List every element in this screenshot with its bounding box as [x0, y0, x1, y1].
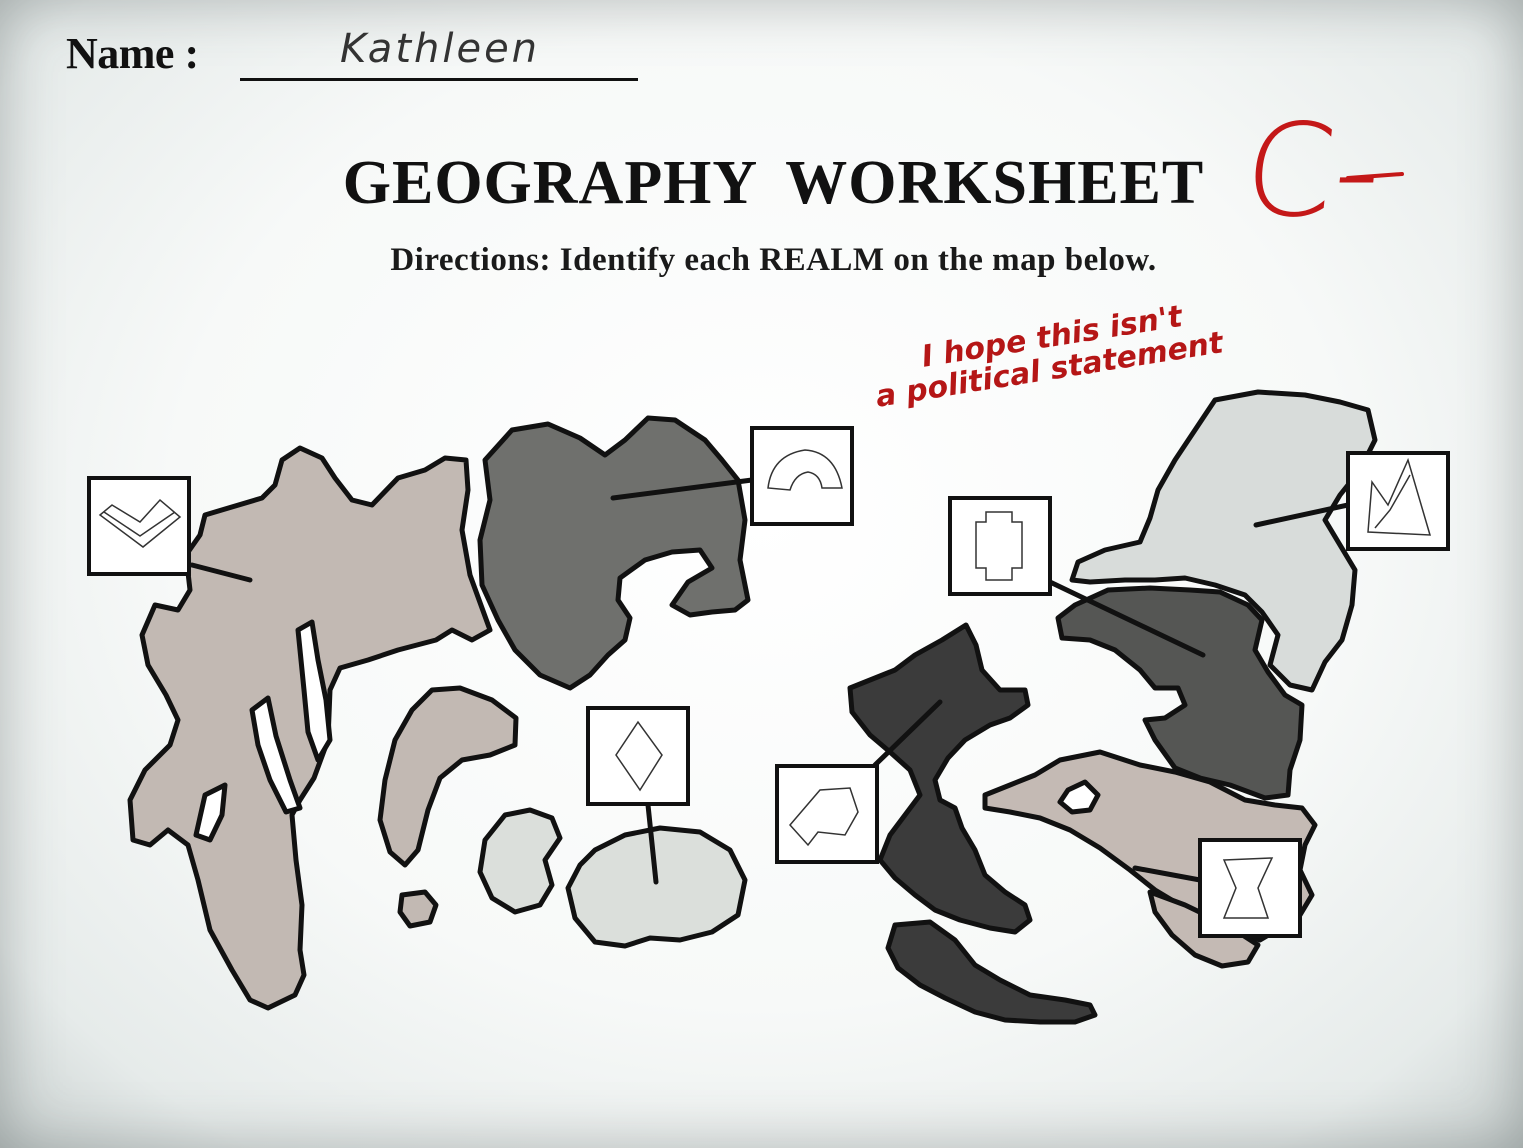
- realm-central-east-south-island: [885, 919, 1098, 1025]
- grade-dash: [1346, 172, 1404, 180]
- symbol-box-central-east[interactable]: [775, 764, 879, 864]
- symbol-box-southeast[interactable]: [1198, 838, 1302, 938]
- symbol-box-north-central[interactable]: [750, 426, 854, 526]
- symbol-box-east-middle[interactable]: [948, 496, 1052, 596]
- symbol-box-south-central[interactable]: [586, 706, 690, 806]
- realm-far-west-islet: [397, 889, 439, 929]
- symbol-box-far-west[interactable]: [87, 476, 191, 576]
- realm-south-central-west-island: [477, 807, 563, 915]
- realm-south-central-east-island: [565, 825, 748, 949]
- realm-map: [87, 172, 1450, 1025]
- symbol-box-northeast[interactable]: [1346, 451, 1450, 551]
- realm-south-central[interactable]: [477, 807, 748, 949]
- realm-north-central[interactable]: [477, 415, 751, 691]
